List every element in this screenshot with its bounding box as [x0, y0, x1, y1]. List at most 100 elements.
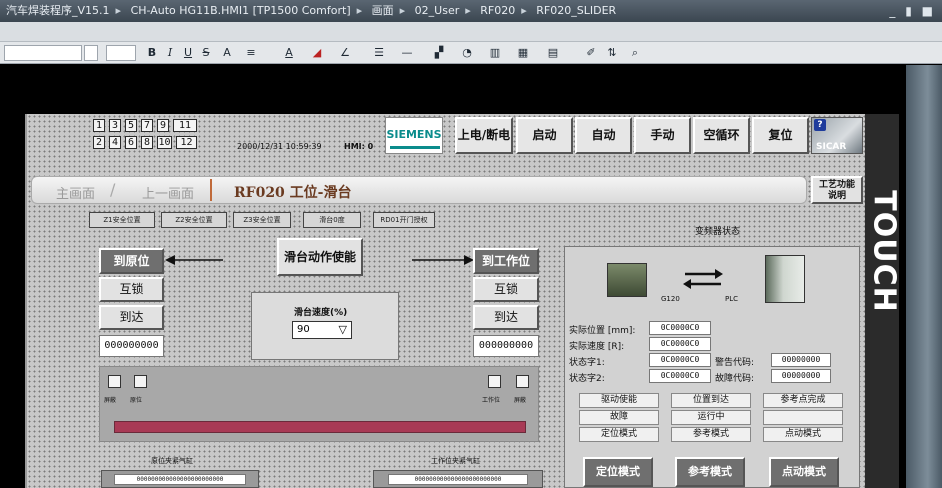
- crumb-subfolder[interactable]: RF020: [480, 4, 515, 17]
- process-help-button[interactable]: 工艺功能 说明: [811, 176, 863, 204]
- left-arrow-icon: [165, 255, 223, 265]
- origin-value-field[interactable]: 000000000: [99, 335, 164, 357]
- start-button[interactable]: 启动: [516, 117, 573, 154]
- z3-safe-position-button[interactable]: Z3安全位置: [233, 212, 291, 228]
- reset-button[interactable]: 复位: [752, 117, 809, 154]
- screen-key[interactable]: 1: [93, 119, 105, 132]
- alarm-code-field: 00000000: [771, 353, 831, 367]
- screen-key[interactable]: 2: [93, 136, 105, 149]
- font-color-icon[interactable]: A: [282, 46, 296, 60]
- power-button[interactable]: 上电/断电: [455, 117, 513, 154]
- sicar-logo[interactable]: ? SICAR: [811, 117, 863, 154]
- screen-key[interactable]: 3: [109, 119, 121, 132]
- editor-title-bar: 汽车焊装程序_V15.1 ▸ CH-Auto HG11B.HMI1 [TP1500…: [0, 0, 942, 22]
- screen-key[interactable]: 5: [125, 119, 137, 132]
- status-word1-field: 0C0000C0: [649, 353, 711, 367]
- indicator-lamp: [134, 375, 147, 388]
- indicator-lamp: [108, 375, 121, 388]
- origin-interlock-button[interactable]: 互锁: [99, 277, 164, 302]
- rotate-icon[interactable]: ◔: [460, 46, 474, 60]
- status-position-reached: 位置到达: [671, 393, 751, 408]
- crumb-screens[interactable]: 画面: [372, 4, 394, 17]
- line-color-icon[interactable]: ∠: [338, 46, 352, 60]
- crumb-project[interactable]: 汽车焊装程序_V15.1: [6, 4, 110, 17]
- origin-arrive-button[interactable]: 到达: [99, 305, 164, 330]
- bold-icon[interactable]: B: [146, 46, 158, 60]
- align-top-icon[interactable]: ▥: [488, 46, 502, 60]
- font-name-field[interactable]: [4, 45, 82, 61]
- work-interlock-button[interactable]: 互锁: [473, 277, 539, 302]
- arrange-icon[interactable]: ▞: [432, 46, 446, 60]
- screen-key[interactable]: 8: [141, 136, 153, 149]
- positioning-mode-button[interactable]: 定位模式: [583, 457, 653, 487]
- z2-safe-position-button[interactable]: Z2安全位置: [161, 212, 227, 228]
- actual-speed-field: 0C0000C0: [649, 337, 711, 351]
- manual-button[interactable]: 手动: [634, 117, 691, 154]
- status-empty: [763, 410, 843, 425]
- slide-enable-button[interactable]: 滑台动作使能: [277, 238, 363, 276]
- screen-key[interactable]: 11: [173, 119, 197, 132]
- work-cylinder-bar: 000000000000000000000000: [373, 470, 543, 488]
- font-dropdown-icon[interactable]: [84, 45, 98, 61]
- jog-mode-button[interactable]: 点动模式: [769, 457, 839, 487]
- nav-main-screen[interactable]: 主画面: [56, 183, 95, 202]
- to-origin-button[interactable]: 到原位: [99, 248, 164, 274]
- origin-cylinder-value: 000000000000000000000000: [114, 474, 246, 485]
- alarm-code-label: 警告代码:: [715, 358, 755, 368]
- window-controls[interactable]: _ ▮ ■: [889, 0, 936, 22]
- speed-dropdown[interactable]: 90 ▽: [292, 321, 352, 339]
- slide-track-bar: [114, 421, 526, 433]
- line-style-icon[interactable]: ☰: [372, 46, 386, 60]
- plc-icon: [765, 255, 805, 303]
- screen-key[interactable]: 7: [141, 119, 153, 132]
- auto-button[interactable]: 自动: [575, 117, 632, 154]
- strikethrough-icon[interactable]: S: [200, 46, 212, 60]
- status-word2-label: 状态字2:: [569, 374, 605, 384]
- work-cylinder-value: 000000000000000000000000: [388, 474, 528, 485]
- layer-icon[interactable]: ⇅: [604, 46, 620, 60]
- slide-zero-button[interactable]: 滑台0度: [303, 212, 361, 228]
- zoom-icon[interactable]: ⌕: [628, 46, 642, 60]
- editor-tab-strip: [0, 22, 942, 42]
- work-value-field[interactable]: 000000000: [473, 335, 539, 357]
- fault-code-field: 00000000: [771, 369, 831, 383]
- screen-key[interactable]: 6: [125, 136, 137, 149]
- format-painter-icon[interactable]: ✐: [584, 46, 598, 60]
- font-size-field[interactable]: [106, 45, 136, 61]
- fill-color-icon[interactable]: ◢: [310, 46, 324, 60]
- underline-icon[interactable]: U: [182, 46, 194, 60]
- screen-key[interactable]: 4: [109, 136, 121, 149]
- crumb-folder[interactable]: 02_User: [415, 4, 460, 17]
- screen-key[interactable]: 10: [157, 136, 172, 149]
- nav-previous-screen[interactable]: 上一画面: [142, 183, 194, 202]
- superscript-icon[interactable]: A: [220, 46, 234, 60]
- screen-key[interactable]: 9: [157, 119, 169, 132]
- dry-cycle-button[interactable]: 空循环: [693, 117, 750, 154]
- work-arrive-button[interactable]: 到达: [473, 305, 539, 330]
- touch-label: TOUCH: [866, 190, 902, 313]
- help-icon: ?: [814, 119, 826, 131]
- to-work-position-button[interactable]: 到工作位: [473, 248, 539, 274]
- status-reference-done: 参考点完成: [763, 393, 843, 408]
- status-running: 运行中: [671, 410, 751, 425]
- speed-panel: 滑台速度(%) 90 ▽: [251, 292, 399, 360]
- siemens-logo: SIEMENS: [385, 117, 443, 154]
- distribute-icon[interactable]: ▦: [516, 46, 530, 60]
- origin-cylinder-bar: 000000000000000000000000: [101, 470, 259, 488]
- crumb-screen[interactable]: RF020_SLIDER: [536, 4, 616, 17]
- touch-bezel: TOUCH: [865, 114, 902, 488]
- align-icon[interactable]: ≡: [244, 46, 258, 60]
- z1-safe-position-button[interactable]: Z1安全位置: [89, 212, 155, 228]
- line-width-icon[interactable]: —: [400, 46, 414, 60]
- screen-key[interactable]: 12: [176, 136, 197, 149]
- spacing-icon[interactable]: ▤: [546, 46, 560, 60]
- position-indicator-panel: 屏蔽 原位 工作位 屏蔽: [99, 366, 539, 442]
- italic-icon[interactable]: I: [164, 46, 176, 60]
- nav-divider: [210, 179, 212, 201]
- brand-bar: [390, 146, 440, 149]
- rd01-door-button[interactable]: RD01开门授权: [373, 212, 435, 228]
- crumb-device[interactable]: CH-Auto HG11B.HMI1 [TP1500 Comfort]: [131, 4, 351, 17]
- g120-drive-icon: [607, 263, 647, 297]
- nav-separator-icon: /: [110, 180, 116, 199]
- reference-mode-button[interactable]: 参考模式: [675, 457, 745, 487]
